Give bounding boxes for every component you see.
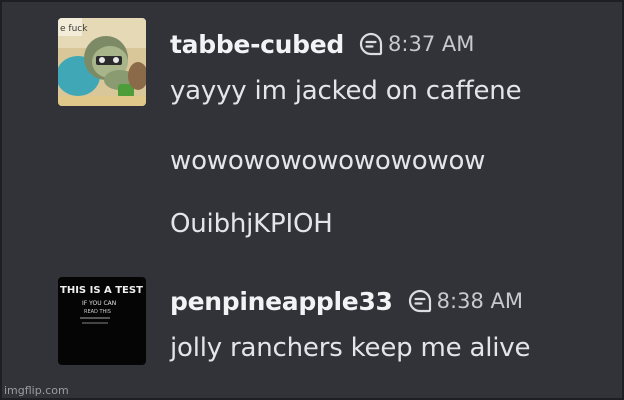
- watermark: imgflip.com: [4, 384, 69, 397]
- avatar[interactable]: THIS IS A TEST IF YOU CAN READ THIS: [58, 277, 146, 365]
- avatar-image: THIS IS A TEST IF YOU CAN READ THIS: [58, 277, 146, 365]
- avatar-text: READ THIS: [84, 309, 111, 315]
- message-text: jolly ranchers keep me alive: [170, 333, 531, 363]
- message-text: OuibhjKPIOH: [170, 209, 333, 239]
- avatar-text: THIS IS A TEST: [60, 285, 143, 296]
- avatar-text: IF YOU CAN: [82, 300, 116, 307]
- message-header: tabbe-cubed 8:37 AM: [170, 26, 474, 62]
- avatar[interactable]: e fuck: [58, 18, 146, 106]
- username[interactable]: penpineapple33: [170, 287, 393, 316]
- avatar-image: e fuck: [58, 18, 146, 106]
- chat-bubble-icon[interactable]: [407, 288, 433, 314]
- chat-bubble-icon[interactable]: [358, 31, 384, 57]
- message-text: yayyy im jacked on caffene: [170, 76, 522, 106]
- avatar-caption: e fuck: [60, 24, 88, 34]
- message-text: wowowowowowowowow: [170, 146, 486, 176]
- timestamp: 8:37 AM: [388, 32, 475, 56]
- timestamp: 8:38 AM: [436, 289, 523, 313]
- message-header: penpineapple33 8:38 AM: [170, 283, 523, 319]
- username[interactable]: tabbe-cubed: [170, 30, 344, 59]
